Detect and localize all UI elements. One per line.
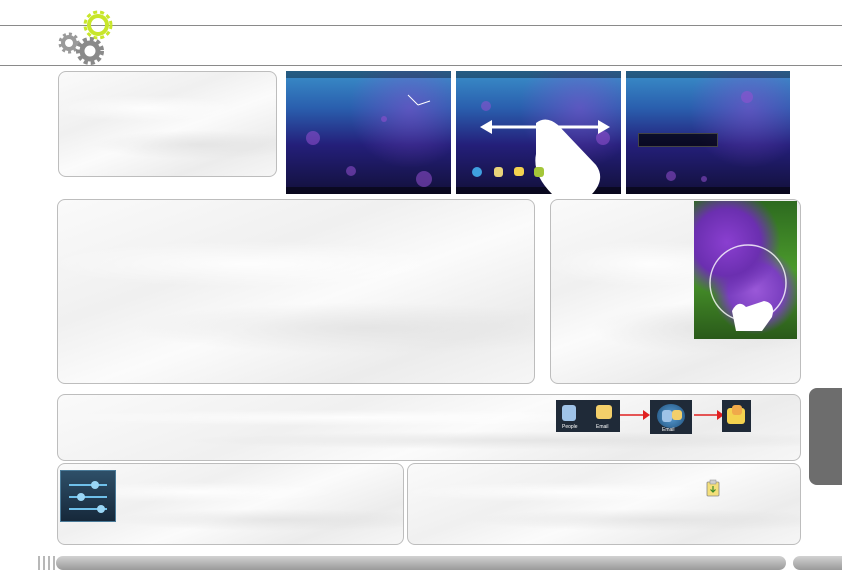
download-icon bbox=[706, 479, 720, 497]
folder-drop-preview: Email bbox=[650, 400, 692, 434]
home-screenshot-1 bbox=[286, 71, 451, 194]
main-text-panel bbox=[57, 199, 535, 384]
home-screenshot-3 bbox=[626, 71, 790, 194]
flower-image bbox=[694, 201, 797, 339]
folder-drop-label: Email bbox=[662, 427, 675, 433]
gears-icon bbox=[58, 10, 113, 65]
pinch-zoom-icon bbox=[709, 244, 787, 331]
people-icon bbox=[562, 405, 576, 421]
quick-bar bbox=[638, 133, 718, 147]
home-screenshot-2 bbox=[456, 71, 621, 194]
folder-result-icon bbox=[722, 400, 751, 432]
side-tab bbox=[809, 388, 842, 485]
globe-icon bbox=[472, 167, 482, 177]
download-panel bbox=[407, 463, 801, 545]
arrow-right-icon bbox=[620, 410, 650, 420]
apps-strip: People Email bbox=[556, 400, 620, 432]
people-label: People bbox=[562, 424, 578, 430]
intro-panel bbox=[58, 71, 277, 177]
settings-sliders-icon bbox=[60, 470, 116, 522]
android-icon bbox=[534, 167, 544, 177]
footer-cap bbox=[793, 556, 842, 570]
header-top-line bbox=[0, 25, 842, 26]
clock-icon bbox=[407, 94, 431, 106]
swipe-arrows-icon bbox=[480, 119, 610, 194]
footer-stripes-icon bbox=[38, 556, 55, 570]
email-icon bbox=[596, 405, 612, 419]
email-label: Email bbox=[596, 424, 609, 430]
arrow-right-icon-2 bbox=[694, 410, 724, 420]
footer-bar bbox=[56, 556, 786, 570]
folder-icon bbox=[514, 167, 524, 176]
header-bottom-line bbox=[0, 65, 842, 66]
clipboard-icon bbox=[494, 167, 503, 177]
